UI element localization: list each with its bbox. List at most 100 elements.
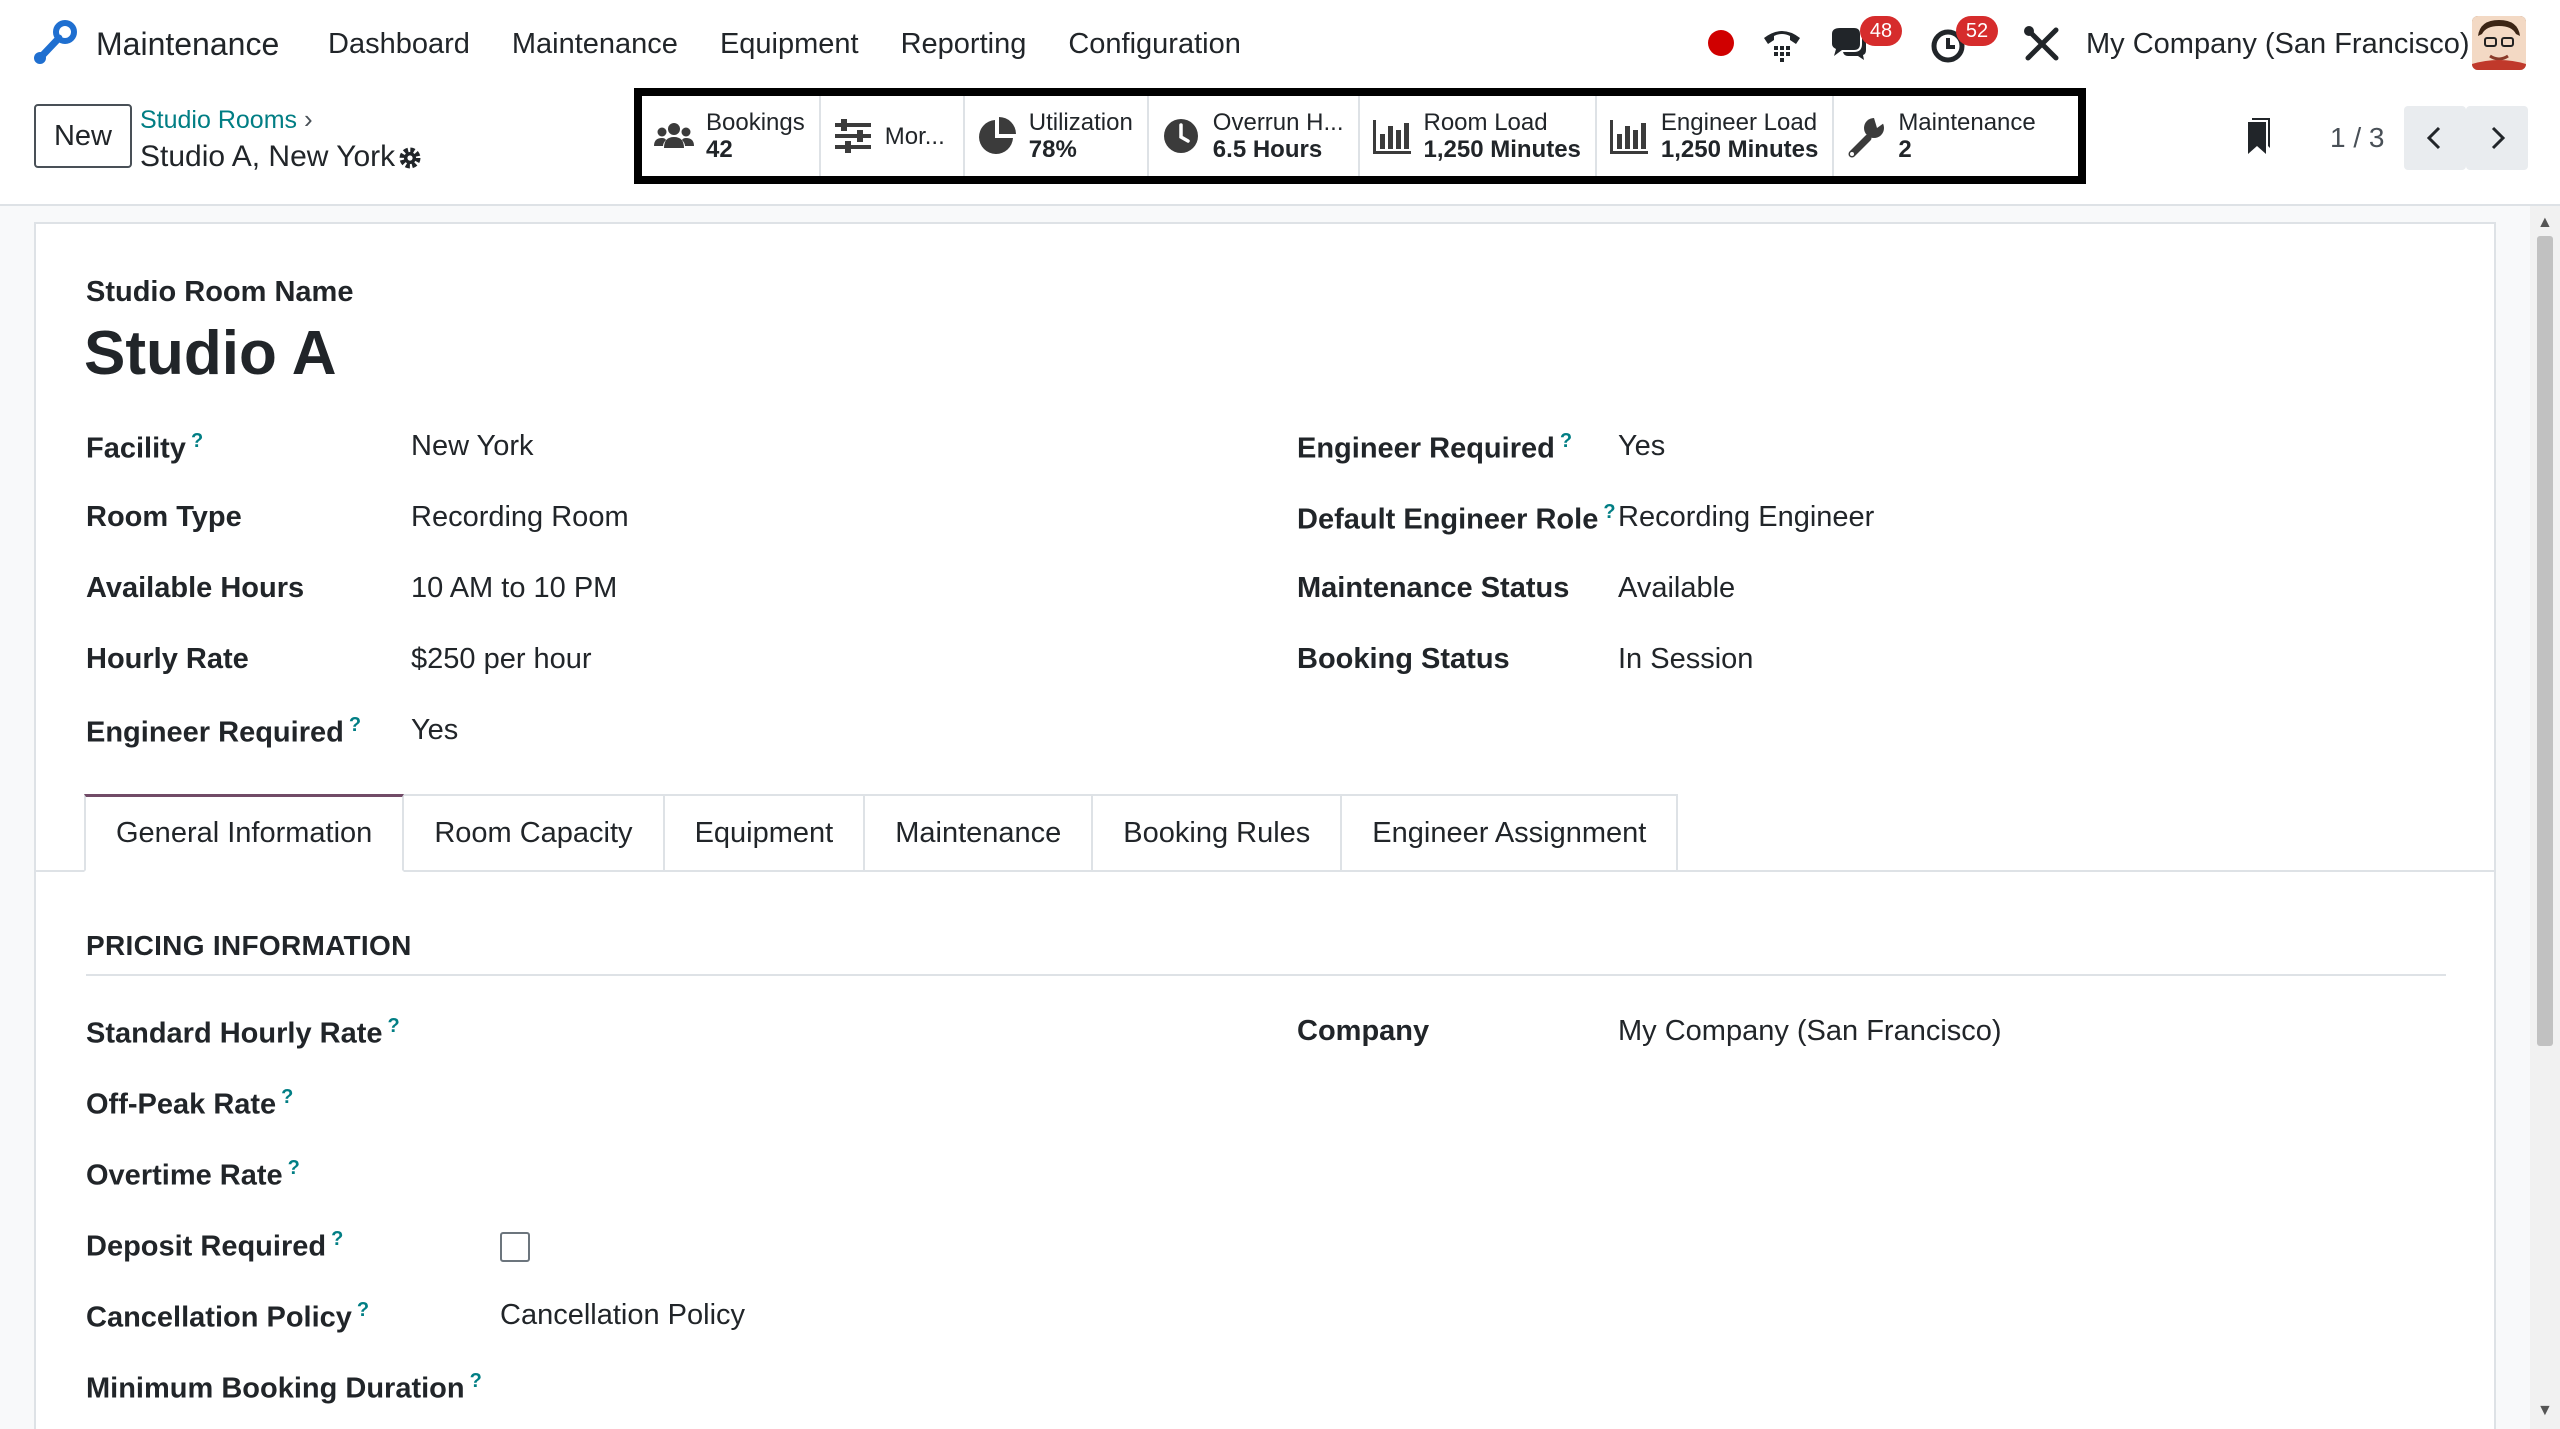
smart-button-room-load[interactable]: Room Load 1,250 Minutes bbox=[1360, 96, 1597, 176]
field-value-company[interactable]: My Company (San Francisco) bbox=[1618, 1015, 2002, 1048]
smart-button-label: Maintenance bbox=[1898, 109, 2036, 136]
smart-button-overrun-hours[interactable]: Overrun H... 6.5 Hours bbox=[1149, 96, 1360, 176]
field-label-off-peak-rate: Off-Peak Rate? bbox=[86, 1086, 293, 1122]
app-logo-icon[interactable] bbox=[30, 20, 78, 68]
chevron-right-icon bbox=[2491, 126, 2506, 150]
field-label-default-engineer-role: Default Engineer Role? bbox=[1297, 501, 1616, 537]
scroll-up-arrow-icon[interactable]: ▲ bbox=[2537, 214, 2553, 232]
clock-icon bbox=[1163, 119, 1198, 153]
title-field-label: Studio Room Name bbox=[86, 276, 354, 308]
field-label-engineer-required: Engineer Required? bbox=[86, 714, 361, 750]
scrollbar-thumb[interactable] bbox=[2537, 236, 2553, 1046]
menu-item-reporting[interactable]: Reporting bbox=[901, 28, 1027, 61]
smart-button-label: Bookings bbox=[706, 109, 805, 136]
label-text: Minimum Booking Duration bbox=[86, 1372, 465, 1405]
field-label-hourly-rate: Hourly Rate bbox=[86, 643, 249, 675]
smart-button-more[interactable]: Mor... bbox=[821, 96, 965, 176]
smart-button-maintenance[interactable]: Maintenance 2 bbox=[1834, 96, 2049, 176]
help-tooltip-icon[interactable]: ? bbox=[1603, 501, 1615, 523]
smart-button-utilization[interactable]: Utilization 78% bbox=[965, 96, 1149, 176]
field-value-cancellation-policy[interactable]: Cancellation Policy bbox=[500, 1299, 745, 1332]
smart-button-bookings[interactable]: Bookings 42 bbox=[642, 96, 821, 176]
smart-button-label: Mor... bbox=[884, 122, 945, 150]
messages-badge: 48 bbox=[1860, 16, 1902, 46]
field-label-minimum-booking-duration: Minimum Booking Duration? bbox=[86, 1370, 482, 1406]
field-value-booking-status[interactable]: In Session bbox=[1618, 643, 1753, 676]
field-label-facility: Facility? bbox=[86, 430, 203, 466]
pager-next-button[interactable] bbox=[2466, 106, 2528, 170]
menu-item-maintenance[interactable]: Maintenance bbox=[512, 28, 678, 61]
scroll-down-arrow-icon[interactable]: ▼ bbox=[2537, 1402, 2553, 1420]
pager-value[interactable]: 1 / 3 bbox=[2330, 122, 2384, 154]
field-label-cancellation-policy: Cancellation Policy? bbox=[86, 1299, 369, 1335]
app-name[interactable]: Maintenance bbox=[96, 26, 279, 63]
user-avatar[interactable] bbox=[2472, 16, 2526, 70]
breadcrumb-current: Studio A, New York bbox=[140, 140, 396, 173]
help-tooltip-icon[interactable]: ? bbox=[388, 1015, 400, 1037]
smart-button-value: 2 bbox=[1898, 136, 1912, 163]
field-label-maintenance-status: Maintenance Status bbox=[1297, 572, 1570, 604]
smart-button-label: Overrun H... bbox=[1212, 109, 1344, 136]
bar-chart-icon bbox=[1372, 120, 1411, 154]
field-label-company: Company bbox=[1297, 1015, 1430, 1047]
pager-previous-button[interactable] bbox=[2404, 106, 2466, 170]
menu-item-configuration[interactable]: Configuration bbox=[1068, 28, 1241, 61]
smart-button-value: 1,250 Minutes bbox=[1660, 136, 1819, 163]
field-value-engineer-required[interactable]: Yes bbox=[411, 714, 458, 747]
tab-room-capacity[interactable]: Room Capacity bbox=[404, 794, 665, 872]
field-value-maintenance-status[interactable]: Available bbox=[1618, 572, 1735, 605]
smart-button-label: Utilization bbox=[1028, 109, 1133, 136]
field-label-engineer-required-right: Engineer Required? bbox=[1297, 430, 1572, 466]
help-tooltip-icon[interactable]: ? bbox=[470, 1370, 482, 1392]
help-tooltip-icon[interactable]: ? bbox=[357, 1299, 369, 1321]
smart-button-label: Room Load bbox=[1423, 109, 1548, 136]
field-value-engineer-required-right[interactable]: Yes bbox=[1618, 430, 1665, 463]
field-value-default-engineer-role[interactable]: Recording Engineer bbox=[1618, 501, 1874, 534]
field-value-available-hours[interactable]: 10 AM to 10 PM bbox=[411, 572, 617, 605]
tab-engineer-assignment[interactable]: Engineer Assignment bbox=[1342, 794, 1679, 872]
bookmark-icon[interactable] bbox=[2244, 118, 2272, 158]
breadcrumb-parent-link[interactable]: Studio Rooms bbox=[140, 106, 297, 135]
form-view: Studio Room Name Studio A Facility? New … bbox=[0, 206, 2530, 1429]
vertical-scrollbar[interactable]: ▲ ▼ bbox=[2530, 206, 2560, 1429]
help-tooltip-icon[interactable]: ? bbox=[191, 430, 203, 452]
tools-icon[interactable] bbox=[2020, 22, 2064, 66]
recording-indicator-icon[interactable] bbox=[1708, 30, 1734, 56]
help-tooltip-icon[interactable]: ? bbox=[281, 1086, 293, 1108]
bar-chart-icon bbox=[1609, 120, 1648, 154]
menu-item-dashboard[interactable]: Dashboard bbox=[328, 28, 470, 61]
sliders-icon bbox=[834, 119, 871, 153]
field-value-room-type[interactable]: Recording Room bbox=[411, 501, 629, 534]
chevron-left-icon bbox=[2426, 126, 2441, 150]
menu-item-equipment[interactable]: Equipment bbox=[720, 28, 859, 61]
company-switcher[interactable]: My Company (San Francisco) bbox=[2086, 28, 2470, 61]
notebook-tabs: General Information Room Capacity Equipm… bbox=[84, 794, 1679, 872]
label-text: Standard Hourly Rate bbox=[86, 1017, 383, 1050]
tab-equipment[interactable]: Equipment bbox=[664, 794, 866, 872]
tab-general-information[interactable]: General Information bbox=[84, 794, 405, 872]
phone-icon[interactable] bbox=[1760, 22, 1804, 66]
field-value-hourly-rate[interactable]: $250 per hour bbox=[411, 643, 592, 676]
tab-maintenance[interactable]: Maintenance bbox=[865, 794, 1094, 872]
field-label-deposit-required: Deposit Required? bbox=[86, 1228, 343, 1264]
new-button[interactable]: New bbox=[34, 104, 132, 168]
deposit-required-checkbox[interactable] bbox=[500, 1232, 530, 1262]
label-text: Engineer Required bbox=[86, 716, 344, 749]
top-navbar: Maintenance Dashboard Maintenance Equipm… bbox=[0, 0, 2560, 88]
help-tooltip-icon[interactable]: ? bbox=[349, 714, 361, 736]
record-title[interactable]: Studio A bbox=[84, 318, 337, 389]
tab-booking-rules[interactable]: Booking Rules bbox=[1093, 794, 1343, 872]
help-tooltip-icon[interactable]: ? bbox=[1560, 430, 1572, 452]
help-tooltip-icon[interactable]: ? bbox=[288, 1157, 300, 1179]
smart-button-engineer-load[interactable]: Engineer Load 1,250 Minutes bbox=[1597, 96, 1835, 176]
section-title-pricing: PRICING INFORMATION bbox=[86, 930, 412, 961]
help-tooltip-icon[interactable]: ? bbox=[331, 1228, 343, 1250]
field-value-facility[interactable]: New York bbox=[411, 430, 534, 463]
activities-badge: 52 bbox=[1956, 16, 1998, 46]
smart-button-value: 42 bbox=[706, 136, 733, 163]
users-icon bbox=[654, 123, 694, 148]
section-divider bbox=[86, 974, 2446, 976]
pie-chart-icon bbox=[978, 117, 1016, 154]
gear-icon[interactable] bbox=[396, 144, 424, 172]
field-label-room-type: Room Type bbox=[86, 501, 242, 533]
